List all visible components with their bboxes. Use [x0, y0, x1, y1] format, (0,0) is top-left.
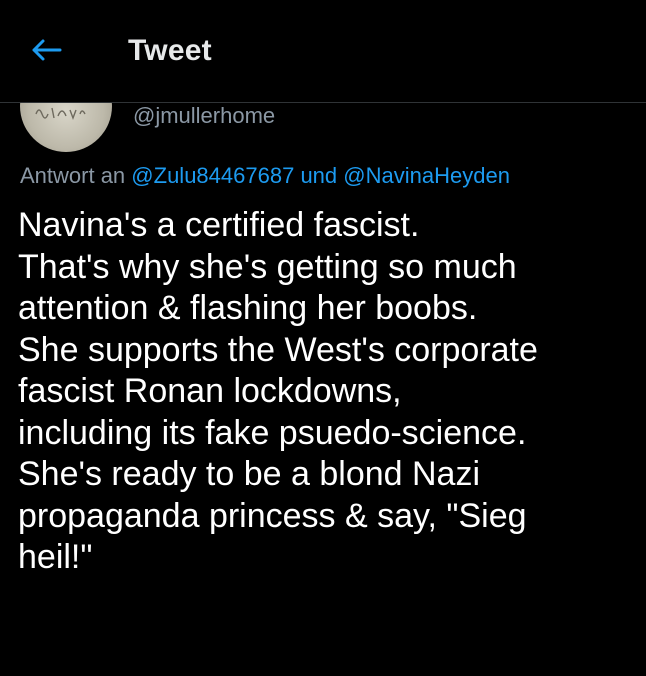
- tweet-text-line: Navina's a certified fascist.: [18, 206, 420, 244]
- tweet-text-line: She's ready to be a blond Nazi: [18, 455, 481, 493]
- mention-link-navina[interactable]: @NavinaHeyden: [343, 163, 510, 188]
- tweet-text-line: including its fake psuedo-science.: [18, 413, 527, 452]
- tweet-text-line: attention & flashing her boobs.: [18, 289, 478, 327]
- reply-context: Antwort an @Zulu84467687 und @NavinaHeyd…: [20, 163, 510, 189]
- top-navigation-bar: Tweet: [0, 0, 646, 103]
- tweet-text-line: heil!": [18, 538, 93, 576]
- avatar-handwriting-image: [35, 107, 86, 120]
- reply-prefix: Antwort an: [20, 163, 126, 188]
- tweet-text-line: She supports the West's corporate: [18, 330, 538, 369]
- mention-link-zulu[interactable]: @Zulu84467687: [131, 163, 294, 188]
- tweet-text-line: That's why she's getting so much: [18, 247, 517, 286]
- page-title: Tweet: [128, 34, 212, 67]
- tweet-text-line: propaganda princess & say, "Sieg: [18, 496, 527, 535]
- tweet-text: Navina's a certified fascist. That's why…: [18, 205, 638, 579]
- reply-conjunction[interactable]: und: [300, 163, 337, 188]
- author-handle[interactable]: @jmullerhome: [133, 103, 275, 129]
- back-arrow-icon[interactable]: [30, 38, 62, 62]
- tweet-text-line: fascist Ronan lockdowns,: [18, 372, 402, 410]
